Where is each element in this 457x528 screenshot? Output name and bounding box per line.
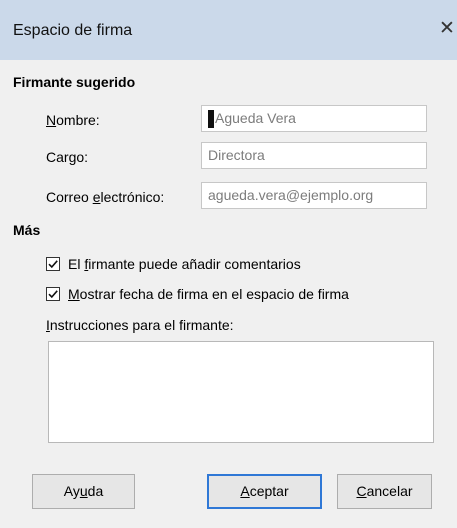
- cancel-button-rest: ancelar: [366, 483, 413, 499]
- help-button-start: Ay: [63, 483, 80, 499]
- allow-comments-label[interactable]: El firmante puede añadir comentarios: [68, 256, 301, 272]
- show-date-label-rest: ostrar fecha de firma en el espacio de f…: [79, 286, 349, 302]
- email-field[interactable]: agueda.vera@ejemplo.org: [201, 182, 427, 209]
- signature-line-dialog: Espacio de firma ✕ Firmante sugerido Nom…: [0, 0, 457, 528]
- help-button-mnemonic: u: [79, 483, 88, 499]
- show-date-label-mnemonic: M: [68, 286, 80, 302]
- close-icon[interactable]: ✕: [439, 18, 457, 40]
- role-label-start: Car: [46, 149, 69, 165]
- cancel-button[interactable]: Cancelar: [337, 474, 432, 509]
- show-date-checkbox[interactable]: [46, 287, 60, 301]
- help-button[interactable]: Ayuda: [32, 474, 135, 509]
- name-field-value: Agueda Vera: [215, 110, 296, 126]
- name-label-mnemonic: N: [46, 112, 57, 128]
- name-field[interactable]: Agueda Vera: [201, 105, 427, 132]
- allow-comments-label-start: El: [68, 256, 85, 272]
- section-more: Más: [13, 222, 41, 238]
- title-bar: Espacio de firma ✕: [0, 0, 457, 60]
- instructions-label-rest: nstrucciones para el firmante:: [49, 317, 234, 333]
- email-label-rest: lectrónico:: [100, 189, 165, 205]
- section-suggested-signer: Firmante sugerido: [13, 74, 136, 90]
- show-date-label[interactable]: Mostrar fecha de firma en el espacio de …: [68, 286, 349, 302]
- accept-button-rest: ceptar: [249, 483, 289, 499]
- dialog-title: Espacio de firma: [13, 22, 133, 39]
- instructions-textarea[interactable]: [48, 341, 434, 443]
- role-label: Cargo:: [46, 149, 88, 165]
- checkmark-icon: [48, 260, 58, 269]
- role-field[interactable]: Directora: [201, 142, 427, 169]
- role-label-rest: o:: [76, 149, 89, 165]
- accept-button[interactable]: Aceptar: [207, 474, 322, 509]
- allow-comments-checkbox[interactable]: [46, 257, 60, 271]
- email-label-start: Correo: [46, 189, 93, 205]
- checkmark-icon: [48, 290, 58, 299]
- help-button-rest: da: [87, 483, 104, 499]
- allow-comments-label-rest: irmante puede añadir comentarios: [88, 256, 301, 272]
- email-label: Correo electrónico:: [46, 189, 164, 205]
- cancel-button-mnemonic: C: [356, 483, 367, 499]
- accept-button-mnemonic: A: [240, 483, 250, 499]
- name-label: Nombre:: [46, 112, 100, 128]
- name-label-rest: ombre:: [56, 112, 100, 128]
- instructions-label: Instrucciones para el firmante:: [46, 317, 234, 333]
- text-cursor: [208, 110, 214, 129]
